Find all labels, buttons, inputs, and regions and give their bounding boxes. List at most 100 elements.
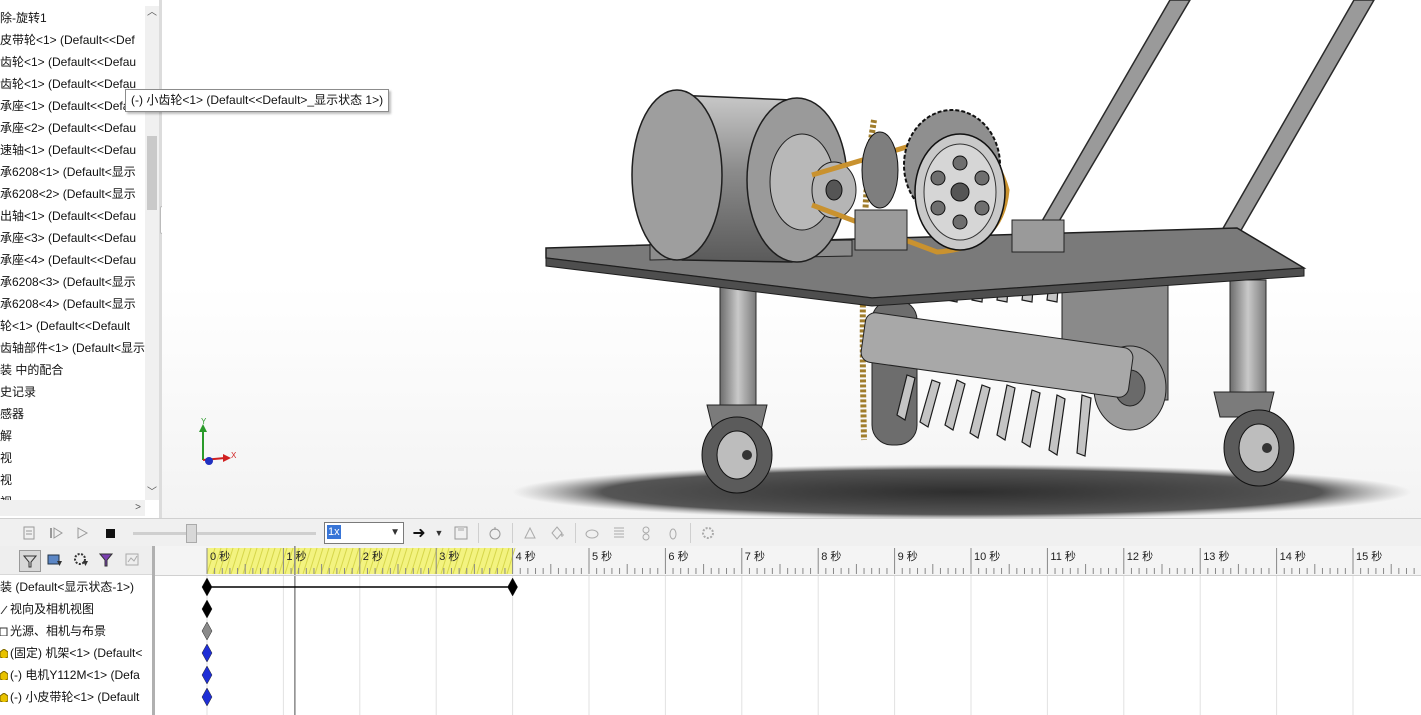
feature-tree-item[interactable]: 承6208<1> (Default<显示 xyxy=(0,162,136,182)
timeline-key-area[interactable] xyxy=(155,576,1421,715)
timeline-tick-label: 12 秒 xyxy=(1127,549,1153,563)
motion-tree-row[interactable]: (-) 电机Y112M<1> (Defa xyxy=(0,664,140,686)
timeline-tick-label: 13 秒 xyxy=(1203,549,1229,563)
playback-mode-icon[interactable]: ➜ xyxy=(410,524,428,542)
filter-driving-icon[interactable] xyxy=(71,550,91,570)
motion-tree-row[interactable]: (-) 小皮带轮<1> (Default xyxy=(0,686,139,708)
feature-tree-item[interactable]: 速轴<1> (Default<<Defau xyxy=(0,140,136,160)
play-from-start-icon[interactable] xyxy=(47,524,65,542)
chevron-down-icon: ▼ xyxy=(390,527,400,538)
timeline-tick-label: 9 秒 xyxy=(898,549,918,563)
calculate-icon[interactable] xyxy=(20,524,38,542)
feature-tree-item[interactable]: 轮<1> (Default<<Default xyxy=(0,316,130,336)
timeline-ruler[interactable]: 0 秒 1 秒 2 秒 3 秒 4 秒 5 秒 6 秒 7 秒 8 秒 9 秒 10 秒 11 秒 12… xyxy=(155,546,1421,576)
timeline-tick-label: 3 秒 xyxy=(439,549,459,563)
playback-speed-slider-thumb[interactable] xyxy=(186,524,197,543)
feature-tree-item[interactable]: 史记录 xyxy=(0,382,36,402)
component-tooltip: (-) 小齿轮<1> (Default<<Default>_显示状态 1>) xyxy=(125,89,390,112)
scroll-thumb[interactable] xyxy=(147,136,157,210)
timeline-tick-label: 0 秒 xyxy=(210,549,230,563)
motion-tree-row-label: (固定) 机架<1> (Default< xyxy=(10,646,143,660)
motion-tree-row[interactable]: 装 (Default<显示状态-1>) xyxy=(0,576,134,598)
filter-icon[interactable] xyxy=(19,550,41,572)
gravity-icon[interactable] xyxy=(664,524,682,542)
timeline-tick-label: 10 秒 xyxy=(974,549,1000,563)
spring-icon[interactable] xyxy=(610,524,628,542)
feature-tree-horizontal-scrollbar[interactable]: > xyxy=(0,500,145,516)
feature-tree-item[interactable]: 出轴<1> (Default<<Defau xyxy=(0,206,136,226)
feature-tree-item[interactable]: 齿轮<1> (Default<<Defau xyxy=(0,52,136,72)
filter-results-icon[interactable] xyxy=(123,550,143,570)
feature-tree-item[interactable]: 齿轴部件<1> (Default<显示 xyxy=(0,338,145,358)
feature-tree-item[interactable]: 解 xyxy=(0,426,12,446)
motion-timeline[interactable]: 0 秒 1 秒 2 秒 3 秒 4 秒 5 秒 6 秒 7 秒 8 秒 9 秒 10 秒 11 秒 12… xyxy=(155,546,1421,715)
part-icon xyxy=(0,646,10,660)
autokey-icon[interactable] xyxy=(521,524,539,542)
add-key-icon[interactable] xyxy=(548,524,566,542)
contact-icon[interactable] xyxy=(637,524,655,542)
motion-tree-filter-toolbar xyxy=(0,546,154,575)
scroll-down-icon[interactable]: ﹀ xyxy=(145,486,159,500)
feature-tree-item[interactable]: 除-旋转1 xyxy=(0,8,47,28)
timeline-tick-label: 11 秒 xyxy=(1050,549,1075,563)
stop-icon[interactable] xyxy=(101,524,119,542)
scroll-right-icon[interactable]: > xyxy=(135,500,141,516)
play-icon[interactable] xyxy=(73,524,91,542)
timeline-tick-label: 1 秒 xyxy=(286,549,306,563)
timeline-key-point xyxy=(201,687,213,707)
filter-selected-icon[interactable] xyxy=(97,550,117,570)
motion-tree-row[interactable]: 视向及相机视图 xyxy=(0,598,94,620)
motion-tree-row-label: 光源、相机与布景 xyxy=(10,624,107,638)
feature-tree-item[interactable]: 承座<1> (Default<<Defa xyxy=(0,96,129,116)
feature-tree-item[interactable]: 承座<4> (Default<<Defau xyxy=(0,250,136,270)
filter-animated-icon[interactable] xyxy=(45,550,65,570)
feature-tree-item[interactable]: 承6208<2> (Default<显示 xyxy=(0,184,136,204)
playback-speed-slider-track[interactable] xyxy=(133,532,316,535)
timeline-tick-label: 8 秒 xyxy=(821,549,841,563)
timeline-tick-label: 4 秒 xyxy=(516,549,536,563)
playback-speed-select[interactable]: 1x ▼ xyxy=(324,522,404,544)
playback-mode-dropdown-icon[interactable]: ▼ xyxy=(430,524,448,542)
motion-tree-row[interactable]: 光源、相机与布景 xyxy=(0,620,106,642)
feature-tree-item[interactable]: 承6208<4> (Default<显示 xyxy=(0,294,136,314)
feature-tree-item[interactable]: 承座<3> (Default<<Defau xyxy=(0,228,136,248)
coordinate-triad: Y X xyxy=(195,418,245,470)
feature-tree-item[interactable]: 承座<2> (Default<<Defau xyxy=(0,118,136,138)
motion-manager-tree[interactable]: 装 (Default<显示状态-1>) 视向及相机视图 光源、相机与布景 (固定) 机… xyxy=(0,546,154,715)
timeline-tick-label: 7 秒 xyxy=(745,549,765,563)
feature-tree-vertical-scrollbar[interactable]: ︿ ﹀ xyxy=(145,6,159,500)
feature-manager-tree[interactable]: 除-旋转1 皮带轮<1> (Default<<Def 齿轮<1> (Default<… xyxy=(0,0,160,518)
feature-tree-item[interactable]: 承6208<3> (Default<显示 xyxy=(0,272,136,292)
timeline-tick-label: 2 秒 xyxy=(363,549,383,563)
timeline-tick-label: 6 秒 xyxy=(668,549,688,563)
motion-tree-row-label: 视向及相机视图 xyxy=(10,602,95,616)
motion-tree-row-label: (-) 电机Y112M<1> (Defa xyxy=(10,668,140,682)
graphics-viewport[interactable]: Y X xyxy=(162,0,1421,518)
feature-tree-item[interactable]: 齿轮<1> (Default<<Defau xyxy=(0,74,136,94)
timeline-key-point xyxy=(201,643,213,663)
triad-x-label: X xyxy=(231,451,237,460)
timeline-tick-label: 14 秒 xyxy=(1280,549,1306,563)
motor-icon[interactable] xyxy=(583,524,601,542)
timeline-key-point xyxy=(201,599,213,619)
motion-tree-row[interactable]: (固定) 机架<1> (Default< xyxy=(0,642,142,664)
feature-tree-item[interactable]: 感器 xyxy=(0,404,24,424)
feature-tree-item[interactable]: 视 xyxy=(0,448,12,468)
timeline-key-point xyxy=(507,577,518,597)
feature-tree-item[interactable]: 视 xyxy=(0,470,12,490)
scroll-up-icon[interactable]: ︿ xyxy=(145,6,159,20)
timeline-key-point xyxy=(201,577,213,597)
part-icon xyxy=(0,668,10,682)
animation-wizard-icon[interactable] xyxy=(486,524,504,542)
motion-tree-row-label: (-) 小皮带轮<1> (Default xyxy=(10,690,140,704)
playback-speed-value: 1x xyxy=(327,525,341,539)
timeline-tick-label: 5 秒 xyxy=(592,549,612,563)
timeline-key-point xyxy=(201,621,213,641)
triad-y-label: Y xyxy=(201,418,207,426)
feature-tree-item[interactable]: 装 中的配合 xyxy=(0,360,63,380)
feature-tree-item[interactable]: 皮带轮<1> (Default<<Def xyxy=(0,30,135,50)
timeline-key-point xyxy=(201,665,213,685)
results-icon[interactable] xyxy=(699,524,717,542)
camera-icon xyxy=(0,602,10,616)
save-animation-icon[interactable] xyxy=(452,524,470,542)
